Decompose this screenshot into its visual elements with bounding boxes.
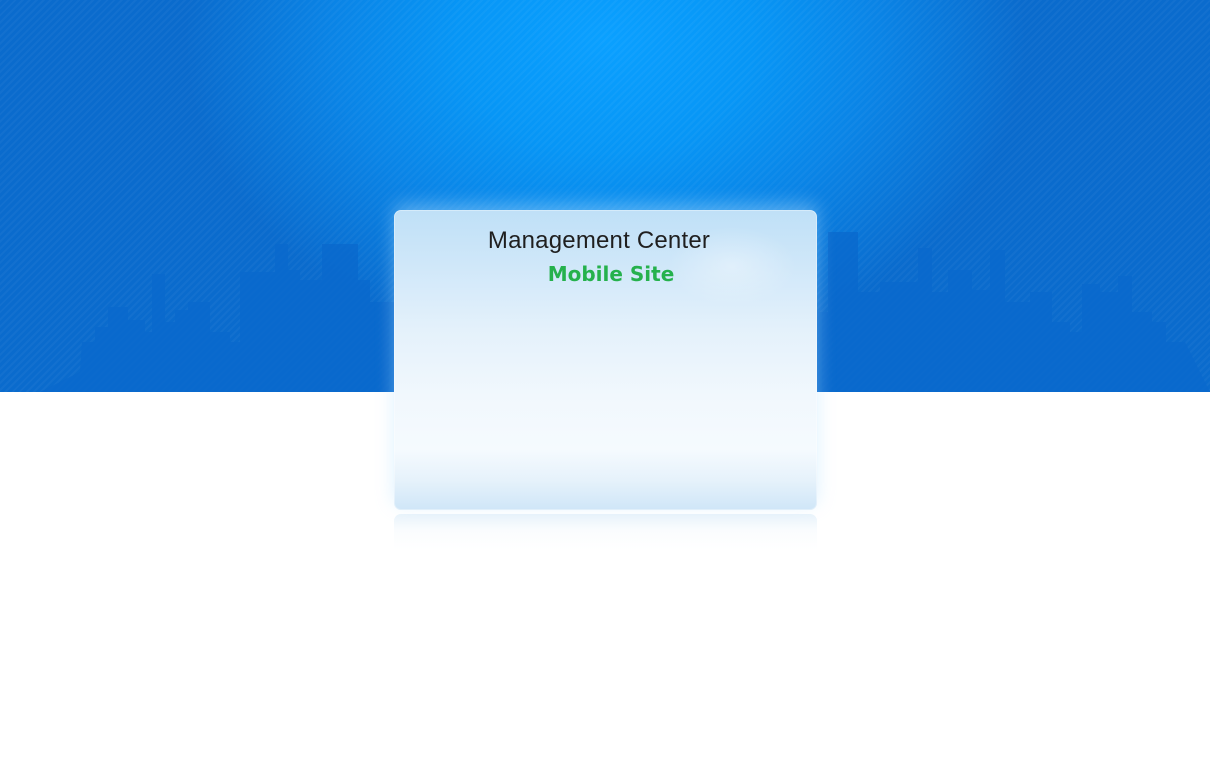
login-card: Management Center Mobile Site	[394, 210, 817, 510]
panel-subtitle: Mobile Site	[547, 262, 675, 286]
panel-title: Management Center	[487, 227, 711, 254]
page: Management Center Mobile Site	[0, 0, 1210, 768]
card-reflection	[394, 514, 817, 550]
login-panel: Management Center Mobile Site	[394, 210, 817, 550]
